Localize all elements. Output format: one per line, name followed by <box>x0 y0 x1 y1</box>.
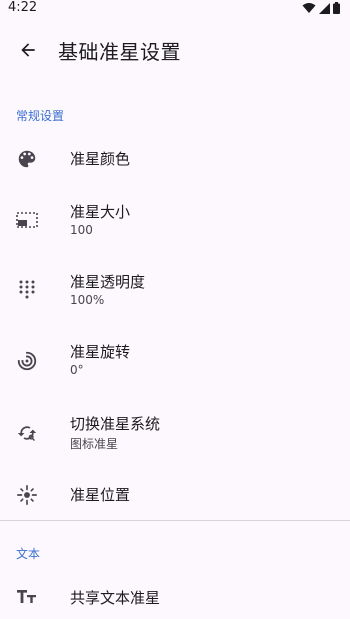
text-icon <box>14 584 40 610</box>
signal-icon <box>319 2 330 14</box>
setting-crosshair-rotation[interactable]: 准星旋转 0° <box>0 336 350 386</box>
setting-crosshair-position[interactable]: 准星位置 <box>0 474 350 518</box>
setting-title: 准星透明度 <box>70 273 146 291</box>
setting-shared-text-crosshair[interactable]: 共享文本准星 <box>0 578 350 619</box>
rotate-icon <box>14 348 40 374</box>
setting-value: 图标准星 <box>70 437 119 451</box>
setting-crosshair-color[interactable]: 准星颜色 <box>0 138 350 182</box>
palette-icon <box>14 146 40 172</box>
app-bar: 基础准星设置 <box>0 22 350 78</box>
status-time: 4:22 <box>8 0 38 15</box>
status-bar: 4:22 <box>0 0 350 22</box>
setting-title: 准星大小 <box>70 203 131 221</box>
back-button[interactable] <box>12 34 44 66</box>
section-divider <box>0 520 350 521</box>
status-icons <box>302 2 340 14</box>
switch-icon <box>14 420 40 446</box>
arrow-back-icon <box>21 43 35 57</box>
setting-crosshair-system[interactable]: 切换准星系统 图标准星 <box>0 408 350 458</box>
wifi-icon <box>302 3 316 13</box>
opacity-dots-icon <box>14 277 40 303</box>
resize-icon <box>14 207 40 233</box>
section-header-text: 文本 <box>16 547 41 561</box>
setting-title: 准星颜色 <box>70 150 131 168</box>
setting-title: 切换准星系统 <box>70 415 161 433</box>
setting-title: 准星旋转 <box>70 343 131 361</box>
setting-value: 100 <box>70 223 93 237</box>
setting-title: 准星位置 <box>70 486 131 504</box>
setting-value: 0° <box>70 363 84 377</box>
setting-crosshair-opacity[interactable]: 准星透明度 100% <box>0 266 350 316</box>
position-icon <box>14 482 40 508</box>
setting-value: 100% <box>70 293 105 307</box>
battery-icon <box>333 2 340 14</box>
section-header-general: 常规设置 <box>16 109 65 123</box>
page-title: 基础准星设置 <box>58 40 181 64</box>
setting-title: 共享文本准星 <box>70 589 161 607</box>
setting-crosshair-size[interactable]: 准星大小 100 <box>0 196 350 246</box>
